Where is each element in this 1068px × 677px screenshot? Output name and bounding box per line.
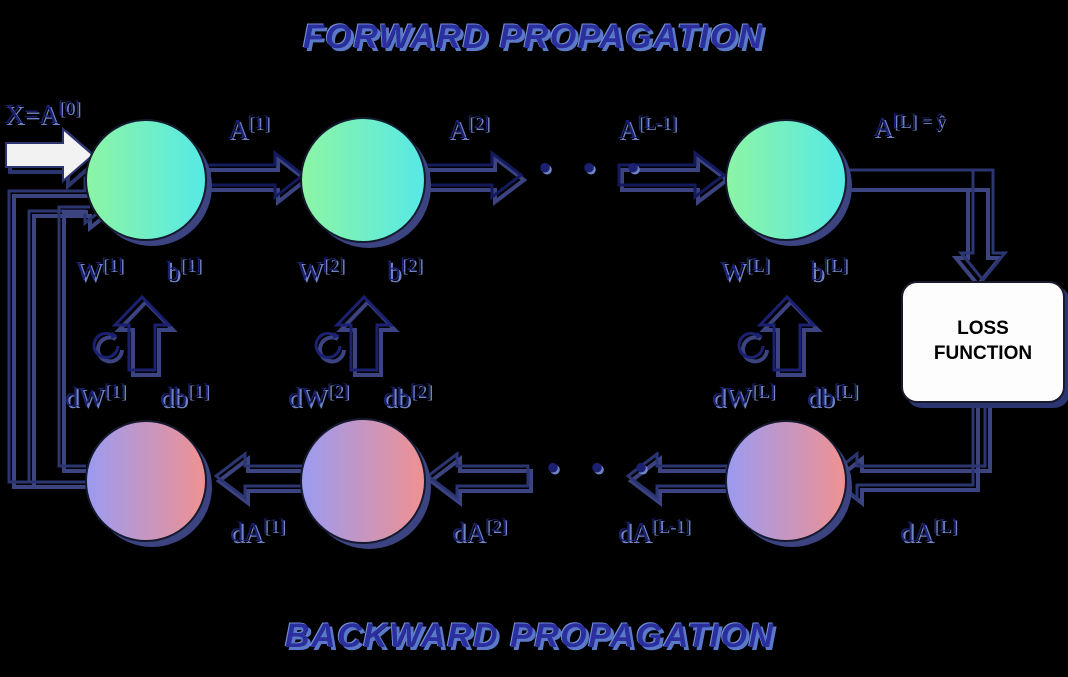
grad-dw-superscript: [2] [326,380,349,400]
grad-db-superscript: [2] [410,380,432,400]
backward-arrow-2 [425,450,533,508]
title-forward-propagation: FORWARD PROPAGATION [303,18,765,56]
loss-function-box[interactable]: LOSS FUNCTION [901,281,1065,403]
grad-dw-superscript: [1] [103,380,126,400]
backward-ellipsis: • • • [546,445,659,490]
grad-activation-label-L-minus-1: dA[L-1] [618,516,690,546]
param-w-1: W[1] [76,255,123,285]
activation-label-1: A[1] [228,113,269,143]
param-b-1: b[1] [166,255,201,285]
param-w-base: W [76,256,102,286]
update-arrow-1 [92,294,178,377]
param-b-superscript: [2] [400,254,422,274]
loss-function-line-2: FUNCTION [933,343,1033,364]
activation-base: A [448,114,468,144]
grad-dw-base: dW [288,382,327,412]
activation-base: A [873,112,893,142]
grad-db-base: db [807,382,834,412]
grad-activation-superscript: [1] [263,515,285,535]
grad-db-superscript: [1] [187,380,209,400]
activation-superscript: [2] [467,112,489,132]
param-w-2: W[2] [297,255,344,285]
param-w-base: W [297,256,323,286]
param-w-L: W[L] [720,255,769,285]
forward-ellipsis: • • • [538,145,651,190]
forward-arrow-1 [204,149,310,207]
input-label: X=A[0] [4,98,80,128]
grad-activation-superscript: [L-1] [651,515,690,535]
activation-base: A [618,114,638,144]
activation-label-2: A[2] [448,113,489,143]
output-to-loss-arrow [846,168,1009,289]
grad-db-base: db [383,382,410,412]
param-b-base: b [387,256,401,286]
backward-arrow-1 [213,450,310,508]
backward-node-layer-L[interactable] [725,420,852,547]
grad-activation-base: dA [618,517,651,547]
activation-label-output: A[L] = ŷ [873,111,945,141]
loss-function-line-1: LOSS [957,318,1009,340]
title-backward-propagation: BACKWARD PROPAGATION [285,617,775,655]
param-b-superscript: [L] [823,254,847,274]
grad-dw-1: dW[1] [65,381,125,411]
activation-label-L-minus-1: A[L-1] [618,113,676,143]
param-w-superscript: [1] [101,254,123,274]
grad-dw-base: dW [65,382,104,412]
activation-superscript: [1] [247,112,269,132]
grad-db-2: db[2] [383,381,431,411]
grad-dw-2: dW[2] [288,381,348,411]
diagram-canvas: FORWARD PROPAGATION BACKWARD PROPAGATION… [0,0,1068,677]
grad-activation-base: dA [900,517,933,547]
grad-activation-base: dA [230,517,263,547]
grad-activation-label-2: dA[2] [452,516,506,546]
update-arrow-2 [314,294,400,377]
activation-base: A [228,114,248,144]
activation-superscript: [L] = ŷ [892,110,945,130]
backward-node-layer-2[interactable] [300,418,431,549]
update-arrow-3 [737,294,823,377]
loss-function-text: LOSS FUNCTION [934,317,1032,366]
forward-node-layer-2[interactable] [300,117,431,248]
param-w-superscript: [L] [745,254,769,274]
grad-db-L: db[L] [807,381,857,411]
param-b-superscript: [1] [179,254,201,274]
grad-db-superscript: [L] [834,380,858,400]
grad-dw-L: dW[L] [712,381,774,411]
param-b-2: b[2] [387,255,422,285]
input-label-base: X=A [4,99,59,129]
grad-activation-label-1: dA[1] [230,516,284,546]
forward-arrow-2 [423,149,528,207]
grad-activation-superscript: [L] [933,515,957,535]
input-label-superscript: [0] [58,97,80,117]
backward-node-layer-1[interactable] [85,420,212,547]
grad-activation-superscript: [2] [485,515,507,535]
grad-dw-base: dW [712,382,751,412]
forward-node-layer-1[interactable] [85,119,212,246]
param-w-superscript: [2] [322,254,344,274]
forward-node-layer-L[interactable] [725,119,852,246]
loss-to-backward-arrow [826,399,992,508]
activation-superscript: [L-1] [637,112,677,132]
param-b-base: b [166,256,180,286]
grad-activation-label-L: dA[L] [900,516,956,546]
grad-db-base: db [160,382,187,412]
param-b-L: b[L] [810,255,847,285]
param-b-base: b [810,256,824,286]
param-w-base: W [720,256,746,286]
grad-dw-superscript: [L] [750,380,775,400]
feedback-loop-inner [57,205,90,473]
grad-db-1: db[1] [160,381,208,411]
grad-activation-base: dA [452,517,485,547]
